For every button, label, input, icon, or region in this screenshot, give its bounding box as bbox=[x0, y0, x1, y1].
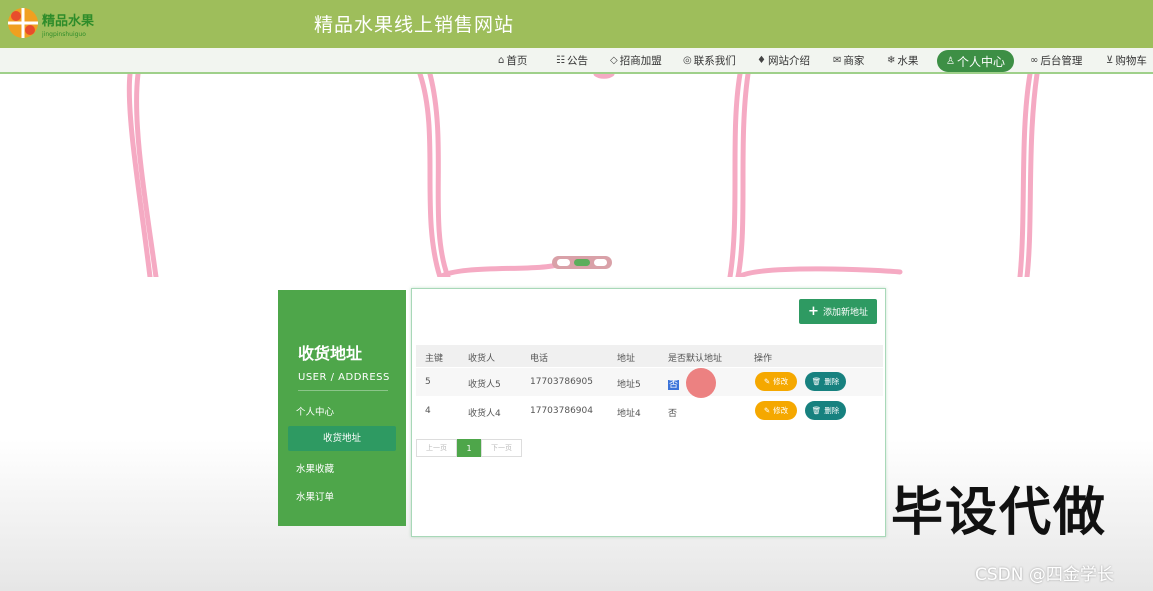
sidebar-item-address[interactable]: 收货地址 bbox=[288, 426, 396, 451]
notice-icon: ☷ bbox=[556, 55, 565, 66]
pagination: 上一页 1 下一页 bbox=[416, 439, 522, 457]
add-address-button[interactable]: + 添加新地址 bbox=[799, 299, 877, 324]
pencil-icon: ✎ bbox=[763, 377, 771, 386]
cell-id: 5 bbox=[425, 377, 431, 387]
column-header: 主键 bbox=[425, 354, 444, 364]
tag-icon: ◇ bbox=[610, 55, 618, 66]
column-header: 地址 bbox=[617, 354, 636, 364]
pencil-icon: ✎ bbox=[763, 406, 771, 415]
cell-name: 收货人4 bbox=[468, 409, 501, 419]
selected-text: 否 bbox=[668, 380, 680, 390]
home-icon: ⌂ bbox=[498, 55, 505, 66]
user-icon: ♙ bbox=[946, 55, 955, 67]
nav-user-center[interactable]: ♙ 个人中心 bbox=[937, 50, 1014, 72]
watermark: CSDN @四金学长 bbox=[975, 565, 1114, 585]
column-header: 操作 bbox=[754, 354, 773, 364]
sidebar-title: 收货地址 bbox=[298, 344, 363, 363]
header-bar: 精品水果 jingpinshuiguo 精品水果线上销售网站 bbox=[0, 0, 1153, 48]
edit-button[interactable]: ✎ 修改 bbox=[755, 372, 797, 391]
sidebar-item-user-center[interactable]: 个人中心 bbox=[296, 404, 334, 418]
column-header: 收货人 bbox=[468, 354, 496, 364]
prev-page-button[interactable]: 上一页 bbox=[416, 439, 457, 457]
banner-decoration bbox=[126, 74, 1040, 277]
table-row: 5 收货人5 17703786905 地址5 否 ✎ 修改 🗑 删除 bbox=[416, 368, 883, 398]
snowflake-icon: ❄ bbox=[887, 55, 896, 66]
edit-button[interactable]: ✎ 修改 bbox=[755, 401, 797, 420]
cell-name: 收货人5 bbox=[468, 380, 501, 390]
svg-text:精品水果: 精品水果 bbox=[42, 13, 94, 29]
sidebar-item-orders[interactable]: 水果订单 bbox=[296, 489, 334, 503]
carousel-dot[interactable] bbox=[557, 259, 570, 266]
svg-text:jingpinshuiguo: jingpinshuiguo bbox=[41, 31, 86, 38]
nav-fruit[interactable]: ❄ 水果 bbox=[887, 53, 918, 68]
cursor-highlight bbox=[686, 368, 716, 398]
trash-icon: 🗑 bbox=[811, 406, 822, 415]
nav-notice[interactable]: ☷ 公告 bbox=[556, 53, 588, 68]
cell-phone: 17703786904 bbox=[530, 406, 593, 416]
delete-button[interactable]: 🗑 删除 bbox=[805, 372, 846, 391]
cell-address: 地址5 bbox=[617, 380, 641, 390]
nav-merchant[interactable]: ✉ 商家 bbox=[833, 53, 864, 68]
cell-id: 4 bbox=[425, 406, 431, 416]
table-header: 主键 收货人 电话 地址 是否默认地址 操作 bbox=[416, 345, 883, 367]
carousel-dot[interactable] bbox=[594, 259, 607, 266]
site-logo[interactable]: 精品水果 jingpinshuiguo bbox=[6, 5, 98, 41]
nav-contact[interactable]: ◎ 联系我们 bbox=[683, 53, 736, 68]
carousel-dot-active[interactable] bbox=[574, 259, 590, 266]
nav-franchise[interactable]: ◇ 招商加盟 bbox=[610, 53, 662, 68]
nav-cart[interactable]: ⊻ 购物车 bbox=[1106, 53, 1147, 68]
delete-button[interactable]: 🗑 删除 bbox=[805, 401, 846, 420]
link-icon: ∞ bbox=[1030, 55, 1039, 66]
column-header: 电话 bbox=[530, 354, 549, 364]
sidebar-subtitle: USER / ADDRESS bbox=[298, 372, 390, 383]
site-title: 精品水果线上销售网站 bbox=[314, 14, 515, 36]
page-number-button[interactable]: 1 bbox=[457, 439, 481, 457]
table-row: 4 收货人4 17703786904 地址4 否 ✎ 修改 🗑 删除 bbox=[416, 397, 883, 425]
cell-default: 否 bbox=[668, 377, 680, 390]
nav-admin[interactable]: ∞ 后台管理 bbox=[1030, 53, 1082, 68]
graduation-cap-icon: ♦ bbox=[757, 55, 766, 66]
location-icon: ◎ bbox=[683, 55, 692, 66]
column-header: 是否默认地址 bbox=[668, 354, 723, 364]
cell-phone: 17703786905 bbox=[530, 377, 593, 387]
trash-icon: 🗑 bbox=[811, 377, 822, 386]
mail-icon: ✉ bbox=[833, 55, 842, 66]
cell-address: 地址4 bbox=[617, 409, 641, 419]
carousel-indicator[interactable] bbox=[552, 256, 612, 269]
cell-default: 否 bbox=[668, 409, 678, 419]
nav-home[interactable]: ⌂ 首页 bbox=[498, 53, 527, 68]
banner-carousel bbox=[0, 74, 1153, 277]
user-sidebar: 收货地址 USER / ADDRESS 个人中心 收货地址 水果收藏 水果订单 bbox=[278, 290, 406, 526]
nav-about[interactable]: ♦ 网站介绍 bbox=[757, 53, 810, 68]
sidebar-item-favorites[interactable]: 水果收藏 bbox=[296, 461, 334, 475]
plus-icon: + bbox=[808, 304, 819, 319]
cart-icon: ⊻ bbox=[1106, 55, 1114, 66]
sidebar-divider bbox=[298, 390, 388, 391]
address-panel: + 添加新地址 主键 收货人 电话 地址 是否默认地址 操作 5 收货人5 17… bbox=[411, 288, 886, 537]
main-nav: ⌂ 首页 ☷ 公告 ◇ 招商加盟 ◎ 联系我们 ♦ 网站介绍 ✉ 商家 ❄ 水果 ♙ 个人中心 … bbox=[0, 48, 1153, 74]
promo-overlay-text: 毕设代做 bbox=[891, 483, 1108, 543]
next-page-button[interactable]: 下一页 bbox=[481, 439, 522, 457]
